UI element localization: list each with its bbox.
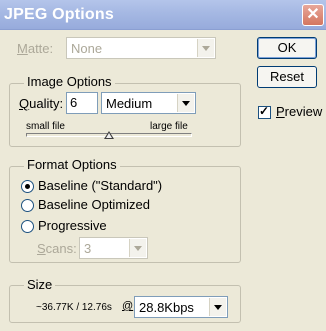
close-icon: ✕	[306, 6, 320, 23]
scans-dropdown-arrow[interactable]	[129, 239, 146, 257]
scans-value: 3	[84, 241, 92, 256]
download-speed-value: 28.8Kbps	[139, 300, 194, 315]
radio-progressive[interactable]	[21, 220, 34, 233]
matte-label: Matte:	[17, 41, 54, 56]
large-file-label: large file	[150, 121, 188, 132]
radio-baseline-standard[interactable]	[21, 180, 34, 193]
chevron-down-icon	[182, 100, 190, 106]
quality-value: 6	[70, 95, 78, 110]
radio-baseline-optimized[interactable]	[21, 199, 34, 212]
chevron-down-icon	[202, 45, 210, 51]
preview-label[interactable]: Preview	[276, 104, 322, 119]
small-file-label: small file	[26, 121, 65, 132]
format-option-label[interactable]: Baseline ("Standard")	[38, 178, 162, 193]
download-speed-label: @	[122, 300, 134, 312]
preview-checkbox[interactable]: ✓	[258, 104, 271, 119]
scans-label: Scans:	[37, 241, 77, 256]
matte-dropdown-arrow[interactable]	[197, 39, 214, 57]
quality-slider-thumb[interactable]	[104, 131, 114, 139]
quality-label: Quality:	[19, 96, 64, 111]
image-options-title: Image Options	[24, 74, 115, 89]
quality-input[interactable]: 6	[66, 92, 98, 114]
download-speed-select[interactable]: 28.8Kbps	[134, 296, 228, 318]
checkmark-icon: ✓	[259, 104, 270, 118]
size-estimate: ~36.77K / 12.76s	[36, 302, 112, 313]
matte-value: None	[71, 41, 103, 56]
window-title: JPEG Options	[4, 6, 114, 23]
format-option-label[interactable]: Baseline Optimized	[38, 197, 150, 212]
format-option-label[interactable]: Progressive	[38, 218, 107, 233]
radio-dot-icon	[25, 184, 30, 189]
title-bar[interactable]: JPEG Options ✕	[0, 0, 326, 30]
size-title: Size	[24, 277, 56, 292]
quality-preset-value: Medium	[106, 96, 153, 111]
quality-preset-dropdown-arrow[interactable]	[177, 94, 194, 112]
close-button[interactable]: ✕	[302, 4, 324, 26]
scans-select[interactable]: 3	[79, 237, 148, 259]
matte-select[interactable]: None	[66, 37, 216, 59]
chevron-down-icon	[134, 245, 142, 251]
format-options-title: Format Options	[24, 157, 120, 172]
quality-preset-select[interactable]: Medium	[101, 92, 196, 114]
ok-button[interactable]: OK	[257, 37, 317, 59]
reset-button[interactable]: Reset	[257, 66, 317, 88]
download-speed-dropdown-arrow[interactable]	[209, 298, 226, 316]
chevron-down-icon	[214, 304, 222, 310]
